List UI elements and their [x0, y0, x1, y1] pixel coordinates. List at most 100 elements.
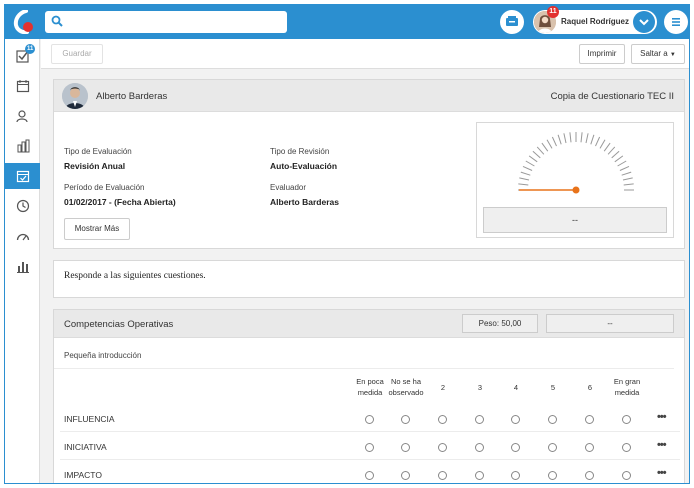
calendar-icon	[16, 80, 29, 93]
rating-radio[interactable]	[548, 415, 557, 424]
rating-radio[interactable]	[511, 415, 520, 424]
bar-chart-icon	[16, 262, 29, 273]
sidebar-item-history[interactable]	[5, 193, 40, 219]
gauge-tick	[580, 132, 583, 143]
user-name: Raquel Rodríguez	[561, 17, 630, 26]
gauge-tick	[622, 177, 633, 181]
gauge-tick	[614, 155, 624, 163]
row-divider	[60, 431, 680, 432]
show-more-button[interactable]: Mostrar Más	[64, 218, 130, 240]
intro-divider	[54, 368, 674, 369]
rating-radio[interactable]	[548, 471, 557, 480]
evaluator-label: Evaluador	[270, 183, 307, 192]
rating-radio[interactable]	[622, 415, 631, 424]
rating-radio[interactable]	[475, 443, 484, 452]
top-bar: 11 Raquel Rodríguez	[5, 5, 689, 39]
gauge-tick	[595, 136, 601, 147]
gauge-tick	[519, 177, 530, 181]
messages-button[interactable]	[500, 10, 524, 34]
search-input[interactable]	[45, 11, 287, 33]
rating-radio[interactable]	[438, 443, 447, 452]
user-menu-toggle[interactable]	[633, 11, 655, 33]
sidebar-item-evaluations[interactable]	[5, 163, 40, 189]
rating-radio[interactable]	[438, 471, 447, 480]
rating-radio[interactable]	[585, 443, 594, 452]
sidebar: 11	[5, 39, 40, 483]
gauge-tick	[541, 142, 549, 152]
sidebar-item-people[interactable]	[5, 103, 40, 129]
toolbar: Guardar Imprimir Saltar a ▼	[41, 39, 689, 69]
user-menu[interactable]: 11 Raquel Rodríguez	[533, 6, 657, 34]
rating-radio[interactable]	[365, 443, 374, 452]
rating-radio[interactable]	[548, 443, 557, 452]
competencies-panel: Competencias Operativas Peso: 50,00 -- P…	[53, 309, 685, 483]
notification-badge[interactable]: 11	[547, 6, 559, 18]
rating-radio[interactable]	[511, 443, 520, 452]
rating-radio[interactable]	[401, 415, 410, 424]
gauge-tick	[569, 132, 572, 143]
more-options-icon[interactable]: •••	[657, 467, 667, 479]
gauge-tick	[611, 150, 620, 159]
row-divider	[60, 459, 680, 460]
rating-radio[interactable]	[438, 415, 447, 424]
competency-label: INFLUENCIA	[64, 414, 115, 424]
jump-to-dropdown[interactable]: Saltar a ▼	[631, 44, 685, 64]
evaluator-value: Alberto Barderas	[270, 197, 339, 207]
instructions-text: Responde a las siguientes cuestiones.	[64, 271, 206, 281]
rating-radio[interactable]	[475, 415, 484, 424]
gauge-tick	[520, 171, 531, 176]
sidebar-item-tasks[interactable]: 11	[5, 43, 40, 69]
competencies-score: --	[546, 314, 674, 333]
competencies-title: Competencias Operativas	[64, 319, 174, 330]
rating-radio[interactable]	[475, 471, 484, 480]
sidebar-item-reports[interactable]	[5, 253, 40, 279]
competency-label: IMPACTO	[64, 470, 102, 480]
gauge-tick	[617, 160, 627, 167]
more-options-icon[interactable]: •••	[657, 411, 667, 423]
rating-radio[interactable]	[365, 415, 374, 424]
messages-icon	[506, 16, 518, 26]
search-icon	[51, 15, 63, 29]
score-gauge	[518, 132, 634, 194]
more-options-icon[interactable]: •••	[657, 439, 667, 451]
gauge-tick	[619, 165, 630, 171]
rating-radio[interactable]	[585, 415, 594, 424]
rating-radio[interactable]	[622, 443, 631, 452]
gauge-tick	[551, 136, 557, 147]
sidebar-item-organization[interactable]	[5, 133, 40, 159]
print-button[interactable]: Imprimir	[579, 44, 625, 64]
chevron-down-icon	[639, 19, 649, 26]
gauge-tick	[546, 139, 553, 149]
gauge-result: --	[483, 207, 667, 233]
gauge-tick	[585, 133, 589, 144]
review-type-label: Tipo de Revisión	[270, 147, 330, 156]
hamburger-icon	[672, 18, 680, 26]
sidebar-item-dashboard[interactable]	[5, 223, 40, 249]
evaluation-period-label: Período de Evaluación	[64, 183, 145, 192]
gauge-tick	[599, 139, 606, 149]
review-type-value: Auto-Evaluación	[270, 161, 338, 171]
users-icon	[15, 110, 28, 123]
rating-radio[interactable]	[622, 471, 631, 480]
rating-radio[interactable]	[401, 443, 410, 452]
save-button[interactable]: Guardar	[51, 44, 103, 64]
main-menu-button[interactable]	[664, 10, 688, 34]
rating-radio[interactable]	[511, 471, 520, 480]
sidebar-item-calendar[interactable]	[5, 73, 40, 99]
gauge-tick	[536, 146, 545, 155]
app-logo[interactable]	[13, 9, 35, 35]
gauge-tick	[522, 165, 533, 171]
rating-radio[interactable]	[585, 471, 594, 480]
evaluation-panel: Alberto Barderas Copia de Cuestionario T…	[53, 79, 685, 249]
competencies-intro: Pequeña introducción	[64, 351, 142, 360]
gauge-tick	[532, 150, 541, 159]
rating-radio[interactable]	[401, 471, 410, 480]
scale-header: En gran medida	[613, 377, 641, 397]
questionnaire-title: Copia de Cuestionario TEC II	[550, 91, 674, 102]
gauge-icon	[16, 233, 29, 241]
gauge-tick	[603, 142, 611, 152]
gauge-tick	[621, 171, 632, 176]
rating-radio[interactable]	[365, 471, 374, 480]
gauge-tick	[525, 160, 535, 167]
gauge-tick	[557, 134, 562, 145]
